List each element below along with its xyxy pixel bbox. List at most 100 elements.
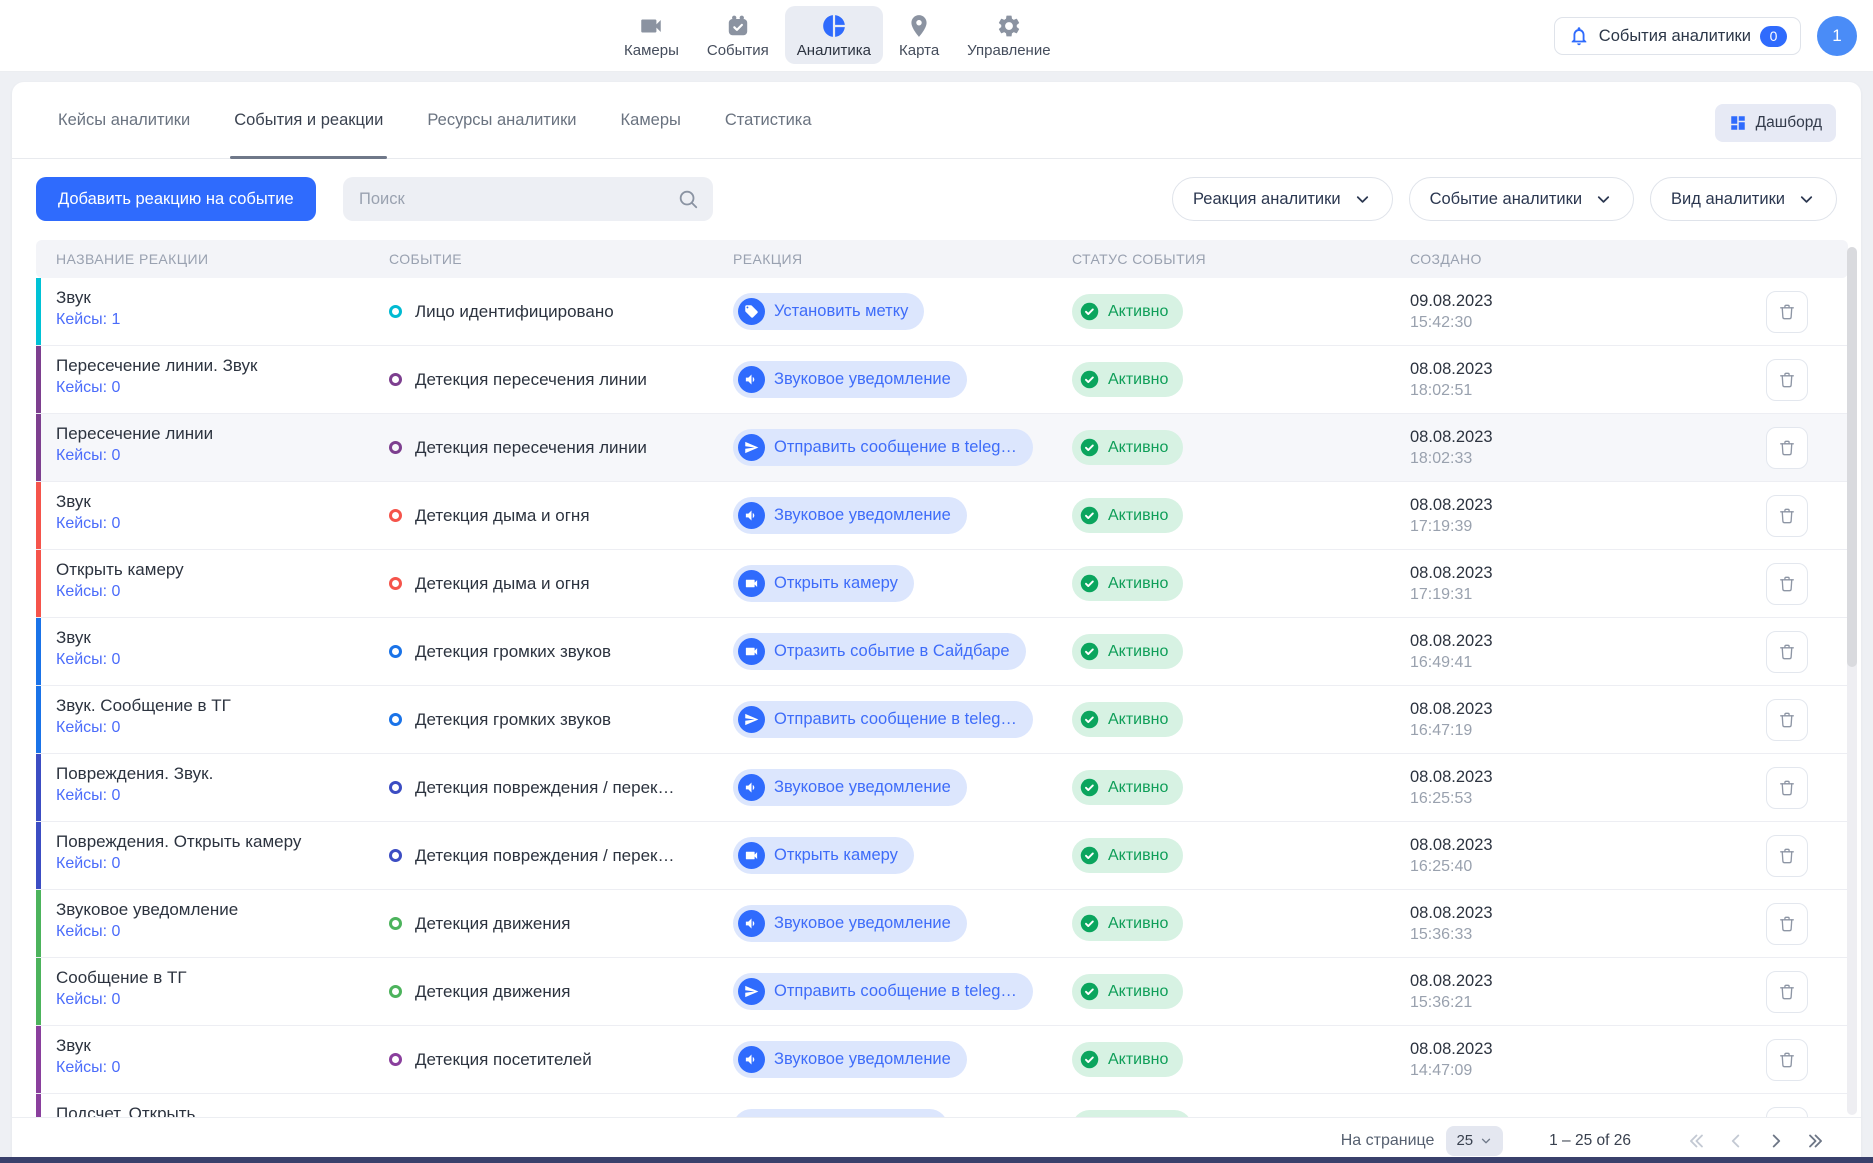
nav-item-analytics[interactable]: Аналитика [785,6,883,64]
tab-cases[interactable]: Кейсы аналитики [56,82,192,158]
nav-item-cameras[interactable]: Камеры [612,6,691,64]
check-circle-icon [1079,981,1100,1002]
first-page-button[interactable] [1683,1128,1709,1154]
search-box [343,177,713,221]
nav-item-events[interactable]: События [695,6,781,64]
table-body: Звук Кейсы: 1 Лицо идентифицировано Уста… [36,278,1848,1163]
reaction-chip[interactable]: Звуковое уведомление [733,1041,967,1078]
table-row: Звук Кейсы: 0 Детекция посетителей Звуко… [36,1026,1848,1094]
table-row: Сообщение в ТГ Кейсы: 0 Детекция движени… [36,958,1848,1026]
table-row: Повреждения. Звук. Кейсы: 0 Детекция пов… [36,754,1848,822]
status-cell: Активно [1072,906,1410,941]
status-label: Активно [1108,507,1168,525]
delete-button[interactable] [1766,1039,1808,1081]
reaction-chip[interactable]: Звуковое уведомление [733,361,967,398]
event-name: Лицо идентифицировано [415,302,614,322]
reaction-chip[interactable]: Отправить сообщение в teleg… [733,429,1033,466]
search-icon [677,188,699,210]
chevron-down-icon [1479,1134,1493,1148]
tab-resources[interactable]: Ресурсы аналитики [425,82,578,158]
nav-item-map[interactable]: Карта [887,6,951,64]
next-page-icon [1765,1130,1787,1152]
chevron-down-icon [1594,190,1613,209]
delete-button[interactable] [1766,495,1808,537]
reaction-chip-label: Отправить сообщение в teleg… [774,982,1017,1001]
status-cell: Активно [1072,498,1410,533]
last-page-button[interactable] [1803,1128,1829,1154]
delete-button[interactable] [1766,699,1808,741]
status-cell: Активно [1072,430,1410,465]
reaction-chip-label: Отправить сообщение в teleg… [774,710,1017,729]
cases-link[interactable]: Кейсы: 1 [56,311,120,329]
delete-button[interactable] [1766,563,1808,605]
created-date: 08.08.2023 [1410,632,1726,651]
cases-link[interactable]: Кейсы: 0 [56,1059,120,1077]
reaction-chip[interactable]: Открыть камеру [733,565,914,602]
reaction-chip[interactable]: Отправить сообщение в teleg… [733,701,1033,738]
speaker-icon [738,1046,765,1073]
event-name: Детекция дыма и огня [415,506,590,526]
status-badge: Активно [1072,430,1183,465]
status-badge: Активно [1072,362,1183,397]
prev-page-button[interactable] [1723,1128,1749,1154]
avatar[interactable]: 1 [1817,16,1857,56]
nav-item-management[interactable]: Управление [955,6,1062,64]
reaction-chip[interactable]: Установить метку [733,293,924,330]
filter-dropdown-view[interactable]: Вид аналитики [1650,177,1837,221]
cases-link[interactable]: Кейсы: 0 [56,651,120,669]
scrollbar-thumb[interactable] [1847,247,1857,667]
filter-dropdown-reaction[interactable]: Реакция аналитики [1172,177,1393,221]
reaction-chip[interactable]: Звуковое уведомление [733,769,967,806]
filter-dropdown-event[interactable]: Событие аналитики [1409,177,1634,221]
event-name: Детекция громких звуков [415,642,611,662]
check-circle-icon [1079,777,1100,798]
tab-reactions[interactable]: События и реакции [232,82,385,158]
reaction-chip[interactable]: Звуковое уведомление [733,905,967,942]
reaction-chip[interactable]: Отправить сообщение в teleg… [733,973,1033,1010]
event-name: Детекция повреждения / перек… [415,778,674,798]
delete-button[interactable] [1766,971,1808,1013]
cases-link[interactable]: Кейсы: 0 [56,719,120,737]
event-type-dot [389,509,402,522]
cases-link[interactable]: Кейсы: 0 [56,787,120,805]
dashboard-label: Дашборд [1756,114,1822,132]
created-date: 08.08.2023 [1410,360,1726,379]
delete-button[interactable] [1766,291,1808,333]
analytics-events-button[interactable]: События аналитики 0 [1554,17,1801,55]
next-page-button[interactable] [1763,1128,1789,1154]
tab-cameras[interactable]: Камеры [619,82,683,158]
check-circle-icon [1079,641,1100,662]
delete-button[interactable] [1766,359,1808,401]
cases-link[interactable]: Кейсы: 0 [56,855,120,873]
delete-button[interactable] [1766,903,1808,945]
reaction-chip[interactable]: Звуковое уведомление [733,497,967,534]
add-reaction-button[interactable]: Добавить реакцию на событие [36,177,316,221]
event-cell: Детекция громких звуков [389,710,733,730]
top-header: КамерыСобытияАналитикаКартаУправление Со… [0,0,1873,72]
delete-button[interactable] [1766,631,1808,673]
reaction-chip[interactable]: Отразить событие в Сайдбаре [733,633,1026,670]
trash-icon [1777,302,1797,322]
cases-link[interactable]: Кейсы: 0 [56,515,120,533]
cases-link[interactable]: Кейсы: 0 [56,379,120,397]
page-size-select[interactable]: 25 [1446,1126,1503,1156]
dashboard-button[interactable]: Дашборд [1715,104,1836,142]
delete-button[interactable] [1766,427,1808,469]
delete-button[interactable] [1766,767,1808,809]
status-label: Активно [1108,779,1168,797]
reaction-chip[interactable]: Открыть камеру [733,837,914,874]
reaction-name-cell: Звук Кейсы: 0 [56,618,389,669]
table-row: Пересечение линии. Звук Кейсы: 0 Детекци… [36,346,1848,414]
scrollbar[interactable] [1847,247,1857,1115]
created-time: 18:02:51 [1410,382,1726,400]
created-cell: 08.08.2023 17:19:31 [1410,564,1726,604]
check-circle-icon [1079,437,1100,458]
cases-link[interactable]: Кейсы: 0 [56,447,120,465]
speaker-icon [738,366,765,393]
delete-button[interactable] [1766,835,1808,877]
cases-link[interactable]: Кейсы: 0 [56,991,120,1009]
search-input[interactable] [343,177,713,221]
cases-link[interactable]: Кейсы: 0 [56,923,120,941]
cases-link[interactable]: Кейсы: 0 [56,583,120,601]
tab-statistics[interactable]: Статистика [723,82,814,158]
